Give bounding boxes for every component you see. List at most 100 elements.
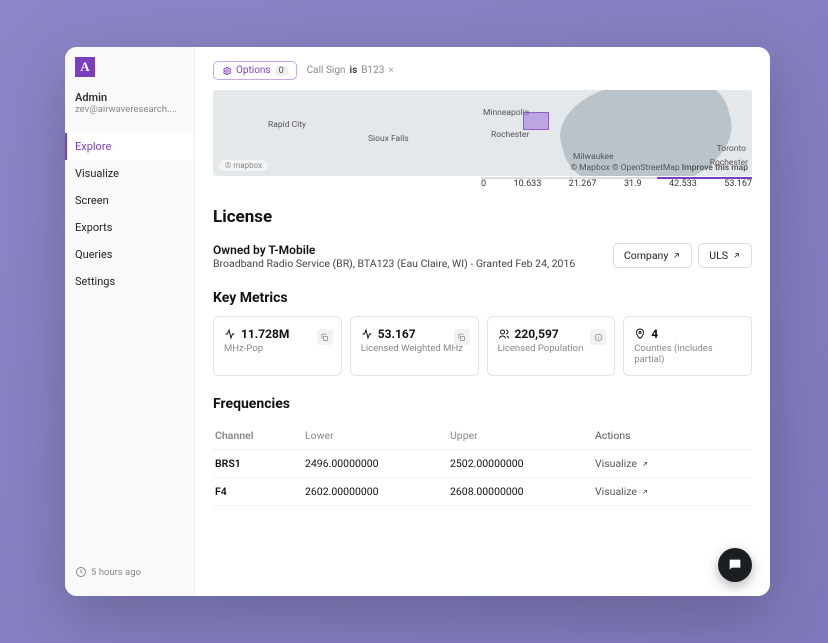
- cell-upper: 2608.00000000: [450, 485, 595, 498]
- user-block[interactable]: Admin zev@airwaveresearch....: [65, 91, 194, 133]
- chat-icon: [727, 557, 743, 573]
- visualize-label: Visualize: [595, 485, 637, 498]
- metric-label: Licensed Weighted MHz: [361, 343, 468, 354]
- metric-label: MHz-Pop: [224, 343, 331, 354]
- gear-icon: [222, 66, 232, 76]
- mapbox-badge: © mapbox: [219, 160, 268, 171]
- col-actions: Actions: [595, 429, 750, 442]
- visualize-link[interactable]: Visualize: [595, 457, 750, 470]
- activity-icon: [224, 328, 236, 340]
- visualize-label: Visualize: [595, 457, 637, 470]
- sidebar: A Admin zev@airwaveresearch.... Explore …: [65, 47, 195, 596]
- last-updated-text: 5 hours ago: [91, 567, 141, 578]
- key-metrics-heading: Key Metrics: [213, 290, 752, 306]
- scale-tick: 21.267: [569, 179, 597, 189]
- owner-name: Owned by T-Mobile: [213, 243, 575, 257]
- map-label-rochester: Rochester: [491, 130, 529, 140]
- license-actions: Company ULS: [613, 243, 752, 268]
- frequencies-table: Channel Lower Upper Actions BRS1 2496.00…: [213, 422, 752, 506]
- app-logo[interactable]: A: [75, 57, 95, 77]
- metric-value: 4: [651, 327, 658, 341]
- users-icon: [498, 328, 510, 340]
- metric-population: 220,597 Licensed Population: [487, 316, 616, 376]
- main-content: Options 0 Call Sign is B123 × Minneapoli…: [195, 47, 770, 596]
- company-button[interactable]: Company: [613, 243, 692, 268]
- map-label-sioux-falls: Sioux Falls: [368, 134, 409, 144]
- scale-tick: 42.533: [669, 179, 697, 189]
- filter-value: B123: [361, 65, 384, 76]
- filter-remove-icon[interactable]: ×: [388, 65, 393, 76]
- company-button-label: Company: [624, 249, 668, 262]
- nav-visualize[interactable]: Visualize: [65, 160, 194, 187]
- cell-lower: 2496.00000000: [305, 457, 450, 470]
- map-label-milwaukee: Milwaukee: [573, 152, 614, 162]
- col-lower: Lower: [305, 429, 450, 442]
- metric-counties: 4 Counties (includes partial): [623, 316, 752, 376]
- cell-channel: F4: [215, 485, 305, 498]
- nav-settings[interactable]: Settings: [65, 268, 194, 295]
- filter-op: is: [349, 65, 357, 76]
- user-email: zev@airwaveresearch....: [75, 104, 184, 115]
- info-button[interactable]: [590, 329, 606, 345]
- activity-icon: [361, 328, 373, 340]
- scale-tick: 0: [481, 179, 486, 189]
- license-heading: License: [213, 207, 752, 227]
- nav-screen[interactable]: Screen: [65, 187, 194, 214]
- table-row: BRS1 2496.00000000 2502.00000000 Visuali…: [213, 450, 752, 478]
- owner-row: Owned by T-Mobile Broadband Radio Servic…: [213, 243, 752, 270]
- last-updated: 5 hours ago: [65, 558, 194, 586]
- info-icon: [594, 333, 603, 342]
- options-button[interactable]: Options 0: [213, 61, 297, 80]
- metric-label: Licensed Population: [498, 343, 605, 354]
- metric-weighted-mhz: 53.167 Licensed Weighted MHz: [350, 316, 479, 376]
- scale-tick: 53.167: [724, 179, 752, 189]
- nav-queries[interactable]: Queries: [65, 241, 194, 268]
- scale-tick: 31.9: [624, 179, 642, 189]
- nav-exports[interactable]: Exports: [65, 214, 194, 241]
- app-window: A Admin zev@airwaveresearch.... Explore …: [65, 47, 770, 596]
- options-count: 0: [275, 66, 288, 76]
- map-attr-osm[interactable]: © OpenStreetMap: [612, 163, 680, 173]
- owner-description: Broadband Radio Service (BR), BTA123 (Ea…: [213, 257, 575, 270]
- uls-button[interactable]: ULS: [698, 243, 752, 268]
- nav: Explore Visualize Screen Exports Queries…: [65, 133, 194, 558]
- copy-button[interactable]: [454, 329, 470, 345]
- map-label-rapid-city: Rapid City: [268, 120, 306, 130]
- table-row: F4 2602.00000000 2608.00000000 Visualize: [213, 478, 752, 506]
- clock-icon: [75, 566, 87, 578]
- map-attr-mapbox[interactable]: © Mapbox: [570, 163, 609, 173]
- filter-chip[interactable]: Call Sign is B123 ×: [307, 65, 394, 76]
- external-link-icon: [672, 251, 681, 260]
- copy-icon: [320, 333, 329, 342]
- external-link-icon: [641, 488, 649, 496]
- col-channel: Channel: [215, 429, 305, 442]
- user-name: Admin: [75, 91, 184, 104]
- copy-button[interactable]: [317, 329, 333, 345]
- external-link-icon: [732, 251, 741, 260]
- metric-mhzpop: 11.728M MHz-Pop: [213, 316, 342, 376]
- toolbar: Options 0 Call Sign is B123 ×: [213, 61, 752, 80]
- cell-upper: 2502.00000000: [450, 457, 595, 470]
- map-label-toronto: Toronto: [717, 144, 746, 154]
- pin-icon: [634, 328, 646, 340]
- uls-button-label: ULS: [709, 249, 728, 262]
- cell-channel: BRS1: [215, 457, 305, 470]
- options-label: Options: [236, 65, 271, 76]
- map-improve-link[interactable]: Improve this map: [682, 163, 748, 173]
- scale-tick: 10.633: [514, 179, 542, 189]
- scale-bar: [481, 177, 752, 179]
- table-header: Channel Lower Upper Actions: [213, 422, 752, 450]
- copy-icon: [457, 333, 466, 342]
- col-upper: Upper: [450, 429, 595, 442]
- visualize-link[interactable]: Visualize: [595, 485, 750, 498]
- map[interactable]: Minneapolis Rochester Milwaukee Sioux Fa…: [213, 90, 752, 176]
- filter-field: Call Sign: [307, 65, 346, 76]
- metric-label: Counties (includes partial): [634, 343, 741, 365]
- frequencies-heading: Frequencies: [213, 396, 752, 412]
- chat-widget[interactable]: [718, 548, 752, 582]
- metric-value: 11.728M: [241, 327, 289, 341]
- nav-explore[interactable]: Explore: [65, 133, 194, 160]
- metric-value: 53.167: [378, 327, 416, 341]
- cell-lower: 2602.00000000: [305, 485, 450, 498]
- map-scale: 0 10.633 21.267 31.9 42.533 53.167: [213, 179, 752, 189]
